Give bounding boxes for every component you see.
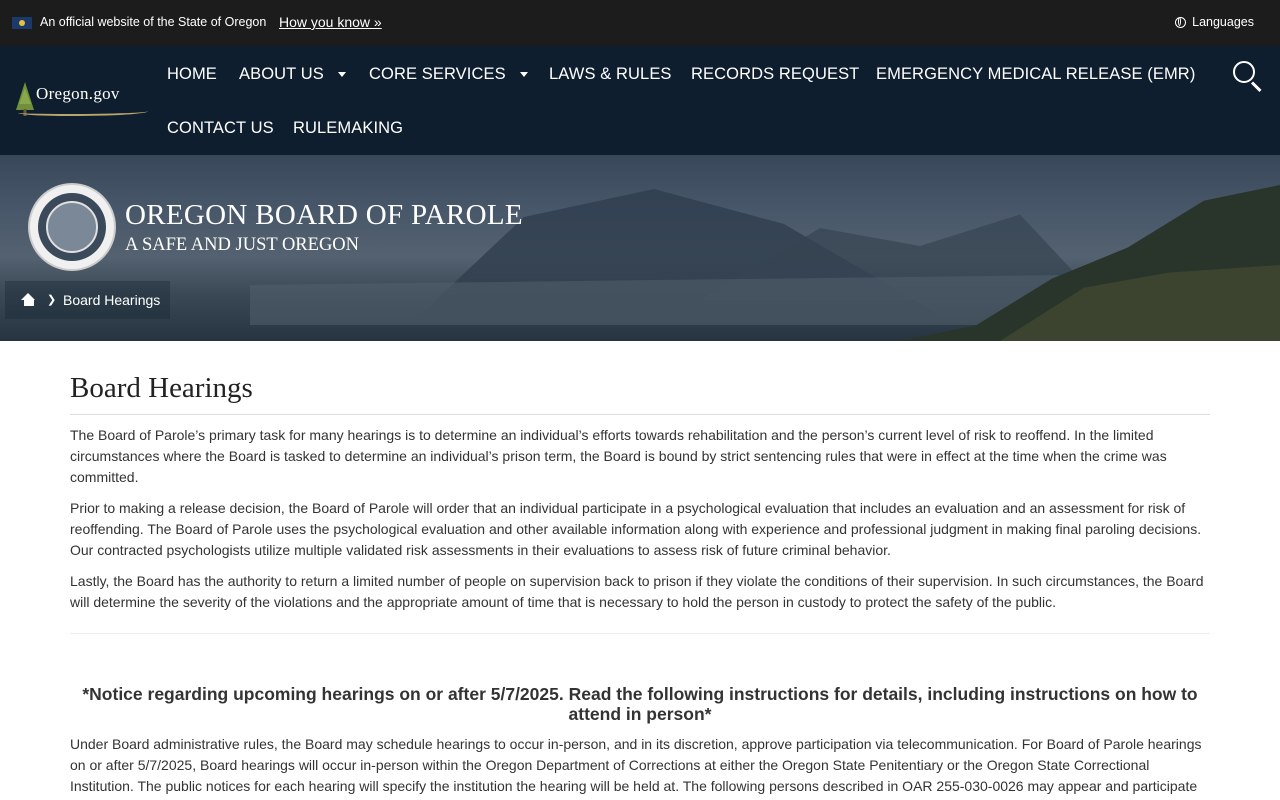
- nav-label: RECORDS REQUEST: [691, 65, 860, 83]
- nav-records-request[interactable]: RECORDS REQUEST: [691, 65, 859, 84]
- nav-label: CORE SERVICES: [369, 65, 506, 83]
- hearing-notice-heading: *Notice regarding upcoming hearings on o…: [82, 684, 1198, 724]
- nav-home[interactable]: HOME: [167, 65, 217, 84]
- nav-label: EMERGENCY MEDICAL RELEASE (EMR): [876, 65, 1196, 83]
- logo-text: Oregon.gov: [36, 84, 120, 103]
- supervision-paragraph: Lastly, the Board has the authority to r…: [70, 573, 1204, 610]
- nav-core-services[interactable]: CORE SERVICES: [369, 65, 528, 84]
- nav-about-us[interactable]: ABOUT US: [239, 65, 346, 84]
- nav-rulemaking[interactable]: RULEMAKING: [293, 119, 403, 138]
- oregon-flag-icon: [12, 17, 32, 29]
- caret-down-icon: [337, 72, 346, 77]
- nav-emr[interactable]: EMERGENCY MEDICAL RELEASE (EMR): [876, 65, 1195, 84]
- breadcrumb-current: Board Hearings: [63, 292, 161, 308]
- nav-label: CONTACT US: [167, 119, 274, 137]
- home-icon[interactable]: [21, 293, 36, 306]
- logo-swoosh: [18, 108, 148, 116]
- board-seal-logo[interactable]: [30, 185, 114, 269]
- main-navigation: Oregon.gov HOME ABOUT US CORE SERVICES L…: [0, 46, 1280, 155]
- evaluation-paragraph: Prior to making a release decision, the …: [70, 500, 1202, 558]
- hero-banner: OREGON BOARD OF PAROLE A SAFE AND JUST O…: [0, 155, 1280, 341]
- nav-label: HOME: [167, 65, 217, 83]
- how-you-know-link[interactable]: How you know »: [279, 14, 382, 30]
- page-title: Board Hearings: [70, 372, 253, 404]
- nav-contact-us[interactable]: CONTACT US: [167, 119, 274, 138]
- nav-laws-rules[interactable]: LAWS & RULES: [549, 65, 672, 84]
- agency-title: OREGON BOARD OF PAROLE: [125, 199, 523, 231]
- notice-body-paragraph: Under Board administrative rules, the Bo…: [70, 736, 1202, 794]
- divider: [70, 633, 1210, 634]
- chevron-right-icon: ❯: [47, 294, 57, 306]
- nav-label: LAWS & RULES: [549, 65, 672, 83]
- languages-button[interactable]: Languages: [1175, 15, 1254, 29]
- caret-down-icon: [519, 72, 528, 77]
- languages-label: Languages: [1192, 15, 1254, 29]
- intro-paragraph: The Board of Parole’s primary task for m…: [70, 427, 1167, 485]
- divider: [70, 414, 1210, 415]
- search-icon[interactable]: [1232, 60, 1264, 93]
- breadcrumb: ❯ Board Hearings: [5, 281, 170, 319]
- globe-icon: [1175, 16, 1187, 28]
- state-banner: An official website of the State of Oreg…: [0, 0, 1280, 46]
- nav-label: ABOUT US: [239, 65, 324, 83]
- nav-label: RULEMAKING: [293, 119, 404, 137]
- official-website-text: An official website of the State of Oreg…: [40, 15, 267, 29]
- agency-tagline: A SAFE AND JUST OREGON: [125, 235, 360, 255]
